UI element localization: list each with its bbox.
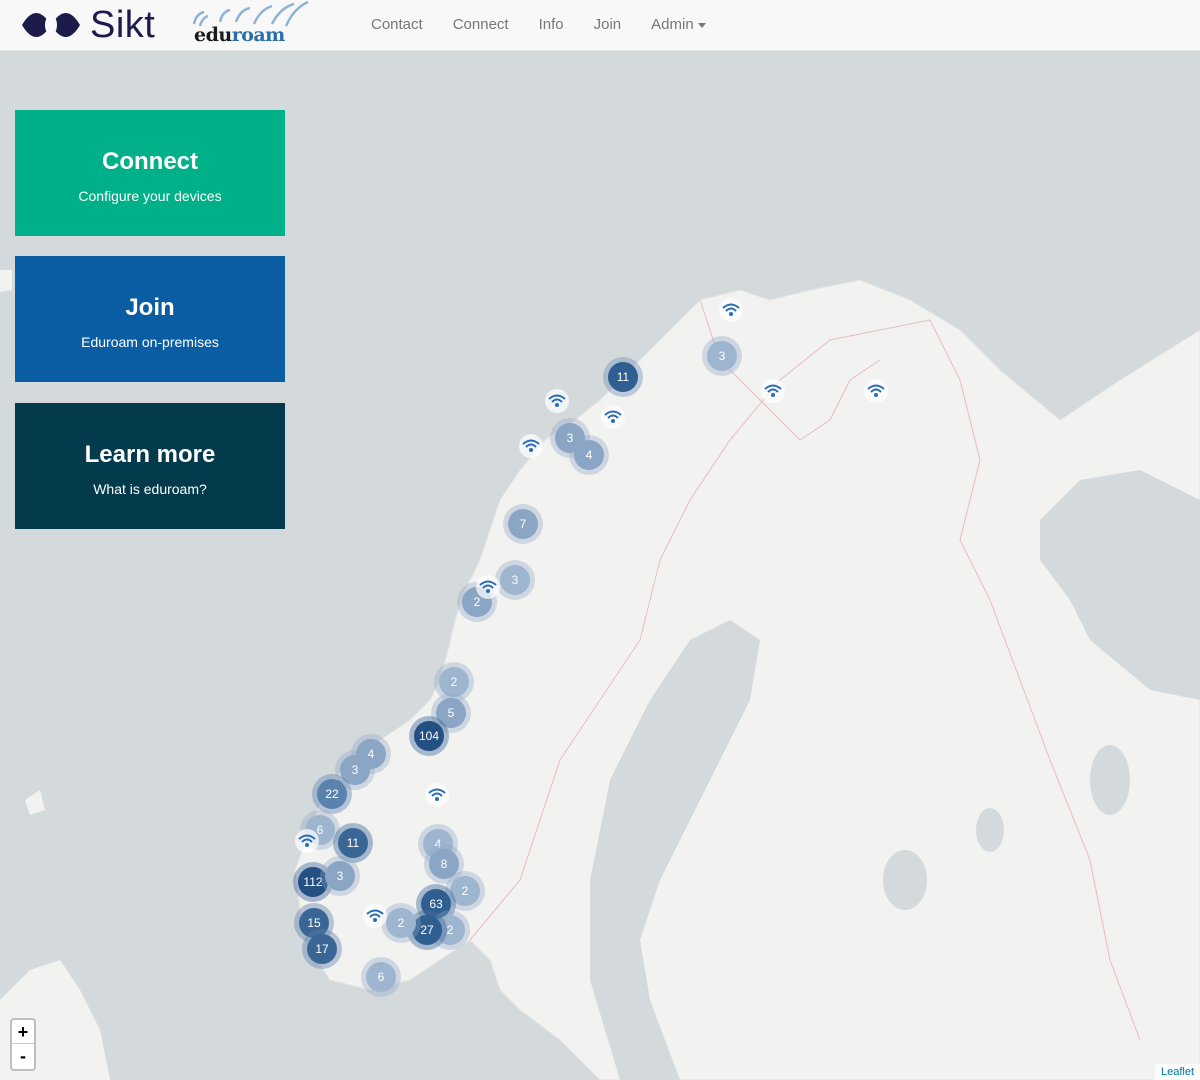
eduroam-logo[interactable]: eduroam <box>190 0 312 48</box>
eduroam-wordmark: eduroam <box>194 24 285 46</box>
learn-more-card[interactable]: Learn more What is eduroam? <box>15 403 285 529</box>
cluster-count: 4 <box>574 440 604 470</box>
main-nav: Contact Connect Info Join Admin <box>356 0 721 50</box>
map-cluster[interactable]: 17 <box>302 929 342 969</box>
join-card-title: Join <box>125 294 175 321</box>
sikt-wordmark: Sikt <box>90 3 156 46</box>
cluster-count: 3 <box>325 861 355 891</box>
nav-admin-dropdown[interactable]: Admin <box>636 0 721 50</box>
learn-more-card-subtitle: What is eduroam? <box>93 481 207 497</box>
cluster-count: 3 <box>500 565 530 595</box>
sikt-mark-icon <box>22 13 80 37</box>
wifi-icon[interactable] <box>759 378 787 404</box>
connect-card[interactable]: Connect Configure your devices <box>15 110 285 236</box>
wifi-icon[interactable] <box>293 828 321 854</box>
eduroam-edu: edu <box>194 24 232 46</box>
wifi-icon[interactable] <box>423 782 451 808</box>
join-card-subtitle: Eduroam on-premises <box>81 334 219 350</box>
wifi-icon[interactable] <box>717 297 745 323</box>
leaflet-attribution-link[interactable]: Leaflet <box>1154 1064 1200 1080</box>
cluster-count: 11 <box>608 362 638 392</box>
navbar: Sikt eduroam Contact Connect Info Join A… <box>0 0 1200 51</box>
connect-card-subtitle: Configure your devices <box>78 188 222 204</box>
wifi-icon[interactable] <box>599 404 627 430</box>
zoom-control: + - <box>10 1018 36 1071</box>
nav-join[interactable]: Join <box>579 0 637 50</box>
join-card[interactable]: Join Eduroam on-premises <box>15 256 285 382</box>
map-cluster[interactable]: 3 <box>702 336 742 376</box>
nav-connect[interactable]: Connect <box>438 0 524 50</box>
wifi-icon[interactable] <box>517 433 545 459</box>
sikt-logo[interactable]: Sikt <box>20 4 155 46</box>
eduroam-roam: roam <box>231 24 286 46</box>
nav-info[interactable]: Info <box>524 0 579 50</box>
map-cluster[interactable]: 22 <box>312 774 352 814</box>
nav-admin-label: Admin <box>651 16 694 33</box>
map-cluster[interactable]: 4 <box>569 435 609 475</box>
wifi-icon[interactable] <box>862 378 890 404</box>
connect-card-title: Connect <box>102 148 198 175</box>
cluster-count: 11 <box>338 828 368 858</box>
map-cluster[interactable]: 3 <box>320 856 360 896</box>
map-cluster[interactable]: 6 <box>361 957 401 997</box>
cluster-count: 22 <box>317 779 347 809</box>
wifi-icon[interactable] <box>474 574 502 600</box>
map-cluster[interactable]: 11 <box>603 357 643 397</box>
cluster-count: 2 <box>386 908 416 938</box>
wifi-icon[interactable] <box>543 388 571 414</box>
cluster-count: 6 <box>366 962 396 992</box>
wifi-icon[interactable] <box>361 903 389 929</box>
cluster-count: 3 <box>707 341 737 371</box>
nav-contact[interactable]: Contact <box>356 0 438 50</box>
zoom-in-button[interactable]: + <box>12 1020 34 1044</box>
cluster-count: 7 <box>508 509 538 539</box>
map-cluster[interactable]: 104 <box>409 716 449 756</box>
cluster-count: 17 <box>307 934 337 964</box>
caret-down-icon <box>697 22 706 28</box>
zoom-out-button[interactable]: - <box>12 1044 34 1068</box>
learn-more-card-title: Learn more <box>84 441 216 468</box>
cluster-count: 104 <box>414 721 444 751</box>
map-cluster[interactable]: 7 <box>503 504 543 544</box>
